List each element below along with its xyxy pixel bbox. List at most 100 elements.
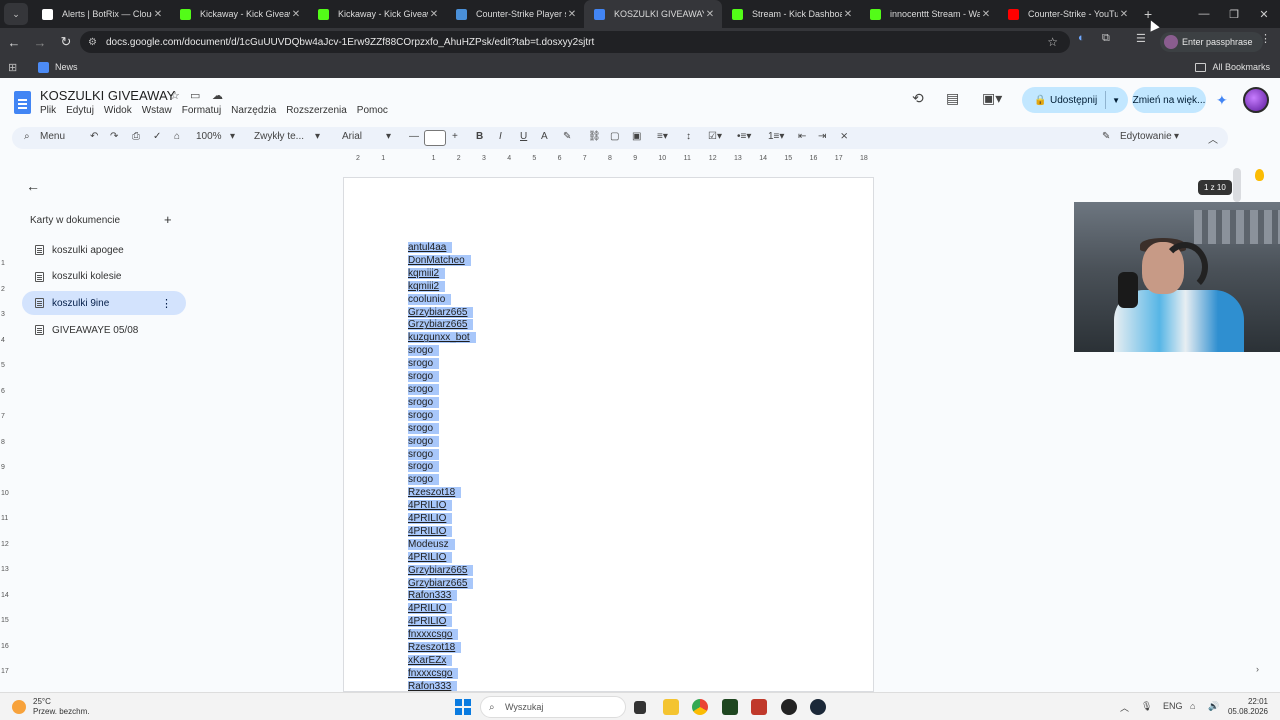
- checklist-icon[interactable]: ☑▾: [708, 131, 722, 142]
- font-select[interactable]: Arial: [342, 131, 362, 142]
- text-line[interactable]: 4PRILIO: [408, 525, 476, 539]
- sidebar-tab-item[interactable]: koszulki apogee: [22, 238, 186, 262]
- text-color-icon[interactable]: A: [541, 131, 548, 142]
- reading-list-icon[interactable]: ☰: [1136, 32, 1146, 45]
- text-line[interactable]: Grzybiarz665: [408, 306, 476, 320]
- search-icon[interactable]: ⌕: [24, 131, 30, 142]
- text-line[interactable]: srogo: [408, 461, 476, 474]
- close-tab-icon[interactable]: ✕: [428, 9, 440, 20]
- apps-grid-icon[interactable]: ⊞: [8, 61, 20, 74]
- text-line[interactable]: kqmiii2: [408, 280, 476, 294]
- comments-icon[interactable]: ▤: [946, 90, 959, 107]
- share-dropdown-icon[interactable]: ▼: [1112, 96, 1120, 105]
- terminal-icon[interactable]: [722, 699, 738, 715]
- close-tab-icon[interactable]: ✕: [290, 9, 302, 20]
- passphrase-button[interactable]: Enter passphrase: [1160, 32, 1263, 52]
- text-line[interactable]: fnxxxcsgo: [408, 629, 476, 642]
- text-line[interactable]: kuzgunxx_bot: [408, 332, 476, 345]
- gemini-icon[interactable]: ✦: [1216, 92, 1228, 109]
- text-line[interactable]: Grzybiarz665: [408, 564, 476, 578]
- text-line[interactable]: srogo: [408, 474, 476, 487]
- menu-item[interactable]: Narzędzia: [231, 105, 276, 116]
- bookmark-star-icon[interactable]: ☆: [1047, 35, 1058, 49]
- menu-item[interactable]: Pomoc: [357, 105, 388, 116]
- browser-tab[interactable]: innocenttt Stream - Watc ✕: [860, 0, 998, 28]
- horizontal-ruler[interactable]: 2 1 1 2 3 4 5 6 7 8 9 10 11 12 13 14 15 16 17 18: [330, 153, 875, 167]
- browser-tab[interactable]: KOSZULKI GIVEAWAY - Do✕: [584, 0, 722, 28]
- file-explorer-icon[interactable]: [663, 699, 679, 715]
- menu-item[interactable]: Plik: [40, 105, 56, 116]
- document-page[interactable]: antul4aa DonMatcheo kqmiii2 kqmiii2 coolunio…: [343, 177, 874, 692]
- move-folder-icon[interactable]: ▭: [190, 89, 200, 102]
- text-line[interactable]: srogo: [408, 396, 476, 410]
- app-icon[interactable]: [751, 699, 767, 715]
- cloud-status-icon[interactable]: ☁: [212, 89, 223, 102]
- mic-icon[interactable]: 🎙: [1141, 701, 1152, 712]
- highlight-icon[interactable]: ✎: [563, 131, 571, 142]
- text-line[interactable]: srogo: [408, 422, 476, 436]
- bookmark-news[interactable]: News: [38, 61, 78, 73]
- tab-search-button[interactable]: ⌄: [4, 3, 28, 25]
- italic-icon[interactable]: I: [499, 131, 502, 142]
- text-line[interactable]: srogo: [408, 358, 476, 371]
- text-line[interactable]: Rafon333: [408, 680, 476, 691]
- text-line[interactable]: Grzybiarz665: [408, 577, 476, 591]
- clear-format-icon[interactable]: ⨯: [840, 131, 848, 142]
- redo-icon[interactable]: ↷: [110, 131, 118, 142]
- text-line[interactable]: antul4aa: [408, 242, 476, 255]
- sidebar-tab-item[interactable]: koszulki 9ine ⋮: [22, 291, 186, 316]
- close-tab-icon[interactable]: ✕: [1118, 9, 1130, 20]
- tray-chevron-icon[interactable]: ︿: [1120, 701, 1129, 714]
- text-line[interactable]: srogo: [408, 383, 476, 397]
- comment-icon[interactable]: ▢: [610, 131, 619, 142]
- zoom-select[interactable]: 100%: [196, 131, 222, 142]
- numbered-list-icon[interactable]: 1≡▾: [768, 131, 784, 142]
- docs-logo-icon[interactable]: [14, 91, 31, 114]
- browser-tab[interactable]: Counter-Strike Player stat✕: [446, 0, 584, 28]
- back-arrow-icon[interactable]: ←: [26, 178, 40, 194]
- text-line[interactable]: xKarEZx: [408, 655, 476, 668]
- volume-icon[interactable]: 🔊: [1208, 701, 1219, 712]
- menu-item[interactable]: Widok: [104, 105, 132, 116]
- text-line[interactable]: Rzeszot18: [408, 487, 476, 500]
- spellcheck-icon[interactable]: ✓: [153, 131, 161, 142]
- sidebar-tab-item[interactable]: koszulki kolesie: [22, 265, 186, 289]
- switch-button[interactable]: Zmień na więk...: [1132, 87, 1206, 113]
- text-line[interactable]: fnxxxcsgo: [408, 667, 476, 681]
- text-line[interactable]: Grzybiarz665: [408, 319, 476, 332]
- share-button[interactable]: 🔒 Udostępnij ▼: [1022, 87, 1128, 113]
- close-tab-icon[interactable]: ✕: [842, 9, 854, 20]
- windows-start-icon[interactable]: [455, 699, 471, 715]
- star-icon[interactable]: ☆: [170, 89, 180, 102]
- close-tab-icon[interactable]: ✕: [980, 9, 992, 20]
- maximize-button[interactable]: ❐: [1218, 0, 1250, 28]
- decrease-indent-icon[interactable]: ⇤: [798, 131, 806, 142]
- text-line[interactable]: Rafon333: [408, 590, 476, 603]
- collapse-menus-icon[interactable]: ︿: [1208, 131, 1218, 146]
- menu-item[interactable]: Wstaw: [142, 105, 172, 116]
- text-line[interactable]: DonMatcheo: [408, 254, 476, 268]
- task-view-icon[interactable]: [634, 701, 646, 714]
- paint-format-icon[interactable]: ⌂: [174, 131, 180, 142]
- text-line[interactable]: 4PRILIO: [408, 616, 476, 629]
- menu-item[interactable]: Rozszerzenia: [286, 105, 347, 116]
- line-spacing-icon[interactable]: ↕: [686, 131, 691, 142]
- back-nav-icon[interactable]: ←: [2, 30, 26, 54]
- image-icon[interactable]: ▣: [632, 131, 641, 142]
- menu-item[interactable]: Edytuj: [66, 105, 94, 116]
- version-history-icon[interactable]: ⟲: [912, 90, 924, 107]
- all-bookmarks-button[interactable]: All Bookmarks: [1195, 62, 1270, 72]
- chrome-icon[interactable]: [692, 699, 708, 715]
- text-line[interactable]: 4PRILIO: [408, 513, 476, 526]
- taskbar-search[interactable]: ⌕ Wyszukaj: [480, 696, 626, 718]
- text-line[interactable]: srogo: [408, 371, 476, 384]
- weather-widget[interactable]: 25°C Przew. bezchm.: [12, 697, 89, 717]
- chevron-down-icon[interactable]: ▾: [230, 131, 235, 142]
- print-icon[interactable]: ⎙: [132, 131, 140, 142]
- text-line[interactable]: srogo: [408, 435, 476, 449]
- browser-tab[interactable]: Kickaway - Kick Giveaway✕: [170, 0, 308, 28]
- keep-bulb-icon[interactable]: [1255, 169, 1264, 181]
- text-line[interactable]: coolunio: [408, 293, 476, 307]
- language-indicator[interactable]: ENG: [1163, 701, 1183, 711]
- scrollbar-thumb[interactable]: [1233, 168, 1241, 202]
